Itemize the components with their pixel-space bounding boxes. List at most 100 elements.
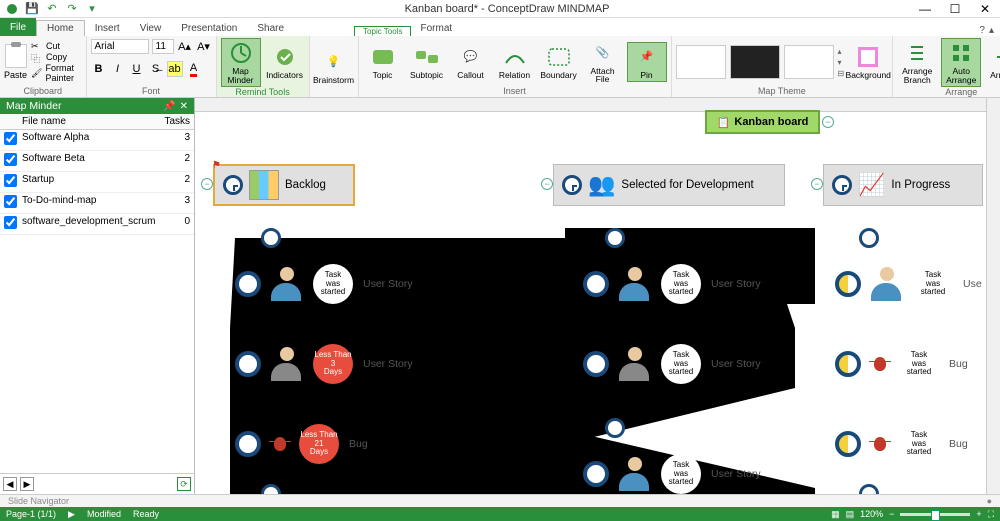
panel-next-button[interactable]: ▶ — [20, 477, 34, 491]
paste-button[interactable]: Paste — [4, 44, 27, 80]
mindmap-canvas[interactable]: 📋Kanban board − ⚑ Backlog − 👥 Selected f… — [195, 98, 1000, 494]
arrange-button[interactable]: Arrange — [985, 43, 1000, 82]
row-checkbox[interactable] — [4, 195, 17, 208]
format-painter-button[interactable]: 🖌Format Painter — [31, 63, 82, 83]
column-inprogress[interactable]: 📈 In Progress — [823, 164, 983, 206]
bold-button[interactable]: B — [91, 61, 107, 77]
zoom-in-button[interactable]: + — [976, 509, 981, 519]
panel-row[interactable]: To-Do-mind-map3 — [0, 193, 194, 214]
avatar-icon — [619, 267, 651, 301]
root-topic[interactable]: 📋Kanban board — [705, 110, 820, 134]
slide-navigator[interactable]: Slide Navigator ● — [0, 494, 1000, 507]
column-backlog[interactable]: ⚑ Backlog — [213, 164, 355, 206]
selected-item-2[interactable]: Task was started User Story — [583, 344, 761, 384]
strike-button[interactable]: S̶ — [148, 61, 164, 77]
relation-button[interactable]: Relation — [495, 43, 535, 82]
status-next-icon[interactable]: ▶ — [68, 509, 75, 520]
tab-share[interactable]: Share — [247, 21, 294, 36]
window-title: Kanban board* - ConceptDraw MINDMAP — [104, 3, 910, 15]
italic-button[interactable]: I — [110, 61, 126, 77]
zoom-out-button[interactable]: − — [889, 509, 894, 519]
highlight-button[interactable]: ab — [167, 61, 183, 77]
row-checkbox[interactable] — [4, 132, 17, 145]
minimize-button[interactable]: — — [910, 0, 940, 18]
panel-pin-icon[interactable]: 📌 — [163, 101, 175, 112]
collapse-toggle[interactable]: − — [822, 116, 834, 128]
cut-button[interactable]: ✂Cut — [31, 41, 82, 51]
panel-row[interactable]: Startup2 — [0, 172, 194, 193]
inprogress-item-3[interactable]: Task was started Bug — [835, 424, 968, 464]
qat-more-icon[interactable]: ▾ — [84, 1, 100, 17]
slide-dot[interactable]: ● — [987, 496, 992, 506]
tab-home[interactable]: Home — [36, 20, 85, 36]
theme-scroll-down[interactable]: ▾ — [838, 58, 845, 67]
close-button[interactable]: ✕ — [970, 0, 1000, 18]
indicators-button[interactable]: Indicators — [265, 43, 305, 82]
flag-icon: ⚑ — [212, 160, 221, 171]
tab-presentation[interactable]: Presentation — [171, 21, 247, 36]
background-button[interactable]: Background — [848, 43, 888, 82]
font-color-button[interactable]: A — [186, 61, 202, 77]
ribbon-collapse-icon[interactable]: ▴ — [989, 25, 994, 36]
collapse-toggle[interactable]: − — [811, 178, 823, 190]
subtopic-button[interactable]: Subtopic — [407, 43, 447, 82]
row-checkbox[interactable] — [4, 153, 17, 166]
pin-button[interactable]: 📌Pin — [627, 42, 667, 83]
selected-item-1[interactable]: Task was started User Story — [583, 264, 761, 304]
column-selected[interactable]: 👥 Selected for Development — [553, 164, 785, 206]
map-minder-button[interactable]: Map Minder — [221, 38, 261, 87]
collapse-toggle[interactable]: − — [541, 178, 553, 190]
brainstorm-button[interactable]: 💡 Brainstorm — [314, 48, 354, 87]
zoom-slider[interactable] — [900, 513, 970, 516]
panel-close-icon[interactable]: ✕ — [180, 101, 188, 112]
underline-button[interactable]: U — [129, 61, 145, 77]
zoom-fit-button[interactable]: ⛶ — [988, 509, 994, 520]
inprogress-item-2[interactable]: Task was started Bug — [835, 344, 968, 384]
copy-icon: ⿻ — [31, 52, 43, 62]
backlog-item-2[interactable]: Less Than 3 Days User Story — [235, 344, 413, 384]
theme-thumb-2[interactable] — [730, 45, 780, 79]
panel-prev-button[interactable]: ◀ — [3, 477, 17, 491]
panel-sync-button[interactable]: ⟳ — [177, 477, 191, 491]
callout-button[interactable]: 💬Callout — [451, 43, 491, 82]
backlog-item-3[interactable]: Less Than 21 Days Bug — [235, 424, 368, 464]
arrange-branch-button[interactable]: Arrange Branch — [897, 39, 937, 86]
selected-item-3[interactable]: Task was started User Story — [583, 454, 761, 494]
app-menu-icon[interactable] — [4, 1, 20, 17]
boundary-button[interactable]: Boundary — [539, 43, 579, 82]
topic-icon — [371, 45, 395, 69]
zoom-percent[interactable]: 120% — [860, 509, 883, 519]
undo-icon[interactable]: ↶ — [44, 1, 60, 17]
theme-thumb-1[interactable] — [676, 45, 726, 79]
save-icon[interactable]: 💾 — [24, 1, 40, 17]
theme-scroll-up[interactable]: ▴ — [838, 47, 845, 56]
topic-button[interactable]: Topic — [363, 43, 403, 82]
tab-view[interactable]: View — [130, 21, 172, 36]
maximize-button[interactable]: ☐ — [940, 0, 970, 18]
grow-font-button[interactable]: A▴ — [177, 38, 193, 54]
panel-row[interactable]: Software Beta2 — [0, 151, 194, 172]
ribbon-help-icon[interactable]: ? — [979, 25, 985, 36]
panel-row[interactable]: Software Alpha3 — [0, 130, 194, 151]
row-checkbox[interactable] — [4, 216, 17, 229]
panel-row[interactable]: software_development_scrum0 — [0, 214, 194, 235]
auto-arrange-button[interactable]: Auto Arrange — [941, 38, 981, 87]
tab-insert[interactable]: Insert — [85, 21, 130, 36]
view-mode-button[interactable]: ▦ — [831, 509, 840, 520]
redo-icon[interactable]: ↷ — [64, 1, 80, 17]
font-family-dropdown[interactable]: Arial — [91, 39, 149, 54]
theme-more[interactable]: ⊟ — [838, 69, 845, 78]
tab-format[interactable]: Format — [410, 21, 462, 36]
collapse-toggle[interactable]: − — [201, 178, 213, 190]
shrink-font-button[interactable]: A▾ — [196, 38, 212, 54]
backlog-item-1[interactable]: Task was started User Story — [235, 264, 413, 304]
font-size-dropdown[interactable]: 11 — [152, 39, 174, 54]
theme-thumb-3[interactable] — [784, 45, 834, 79]
map-minder-panel: Map Minder 📌✕ File name Tasks Software A… — [0, 98, 195, 494]
view-mode-button[interactable]: ▤ — [846, 509, 855, 520]
attach-file-button[interactable]: 📎Attach File — [583, 39, 623, 86]
inprogress-item-1[interactable]: Task was started Use — [835, 264, 982, 304]
row-checkbox[interactable] — [4, 174, 17, 187]
file-tab[interactable]: File — [0, 18, 36, 36]
copy-button[interactable]: ⿻Copy — [31, 52, 82, 62]
